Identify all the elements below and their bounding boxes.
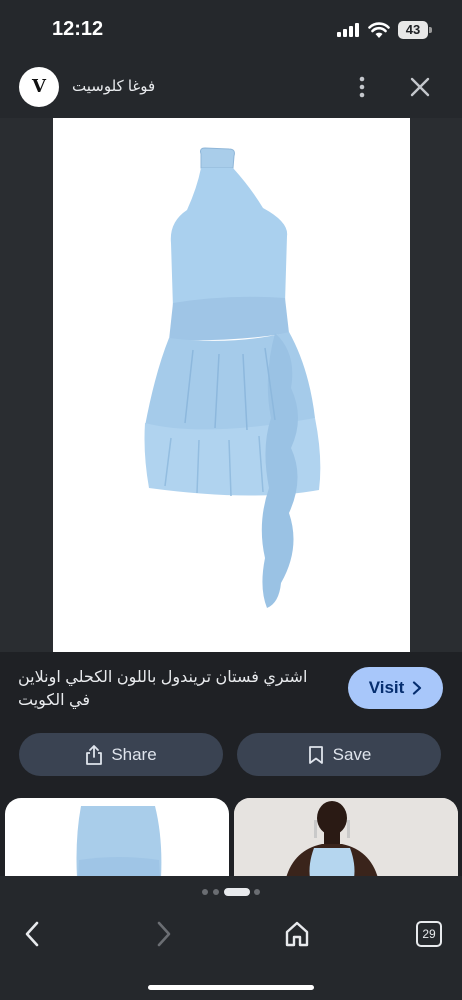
share-button[interactable]: Share (19, 733, 223, 776)
image-viewer (0, 118, 462, 652)
signal-icon (337, 23, 359, 37)
source-header: V فوغا كلوسيت (0, 60, 462, 118)
model-thumbnail (234, 798, 458, 878)
site-logo[interactable]: V (19, 67, 59, 107)
tabs-icon[interactable]: 29 (416, 921, 442, 947)
close-icon[interactable] (408, 75, 432, 99)
site-name[interactable]: فوغا كلوسيت (72, 77, 155, 95)
page-indicator (200, 887, 262, 897)
related-image[interactable] (234, 798, 458, 878)
bottom-toolbar: 29 (0, 876, 462, 1000)
status-time: 12:12 (52, 18, 104, 40)
dress-thumbnail (76, 806, 162, 878)
save-label: Save (332, 744, 372, 764)
chevron-right-icon (413, 681, 422, 695)
status-bar: 12:12 43 (0, 0, 462, 60)
visit-label: Visit (368, 678, 405, 697)
home-indicator[interactable] (148, 985, 314, 990)
dress-illustration (144, 147, 321, 608)
battery-icon: 43 (398, 21, 432, 39)
bookmark-icon (308, 745, 323, 764)
forward-icon[interactable] (150, 920, 176, 948)
back-icon[interactable] (20, 920, 46, 948)
save-button[interactable]: Save (237, 733, 441, 776)
image-caption[interactable]: اشتري فستان تريندول باللون الكحلي اونلاي… (18, 666, 328, 712)
more-vert-icon[interactable] (350, 74, 374, 100)
home-icon[interactable] (283, 920, 311, 948)
share-icon (86, 744, 103, 765)
related-image[interactable] (5, 798, 229, 878)
visit-button[interactable]: Visit (348, 667, 443, 709)
battery-level: 43 (405, 22, 421, 37)
wifi-icon (368, 22, 390, 38)
share-label: Share (111, 744, 157, 764)
product-image[interactable] (53, 118, 410, 652)
